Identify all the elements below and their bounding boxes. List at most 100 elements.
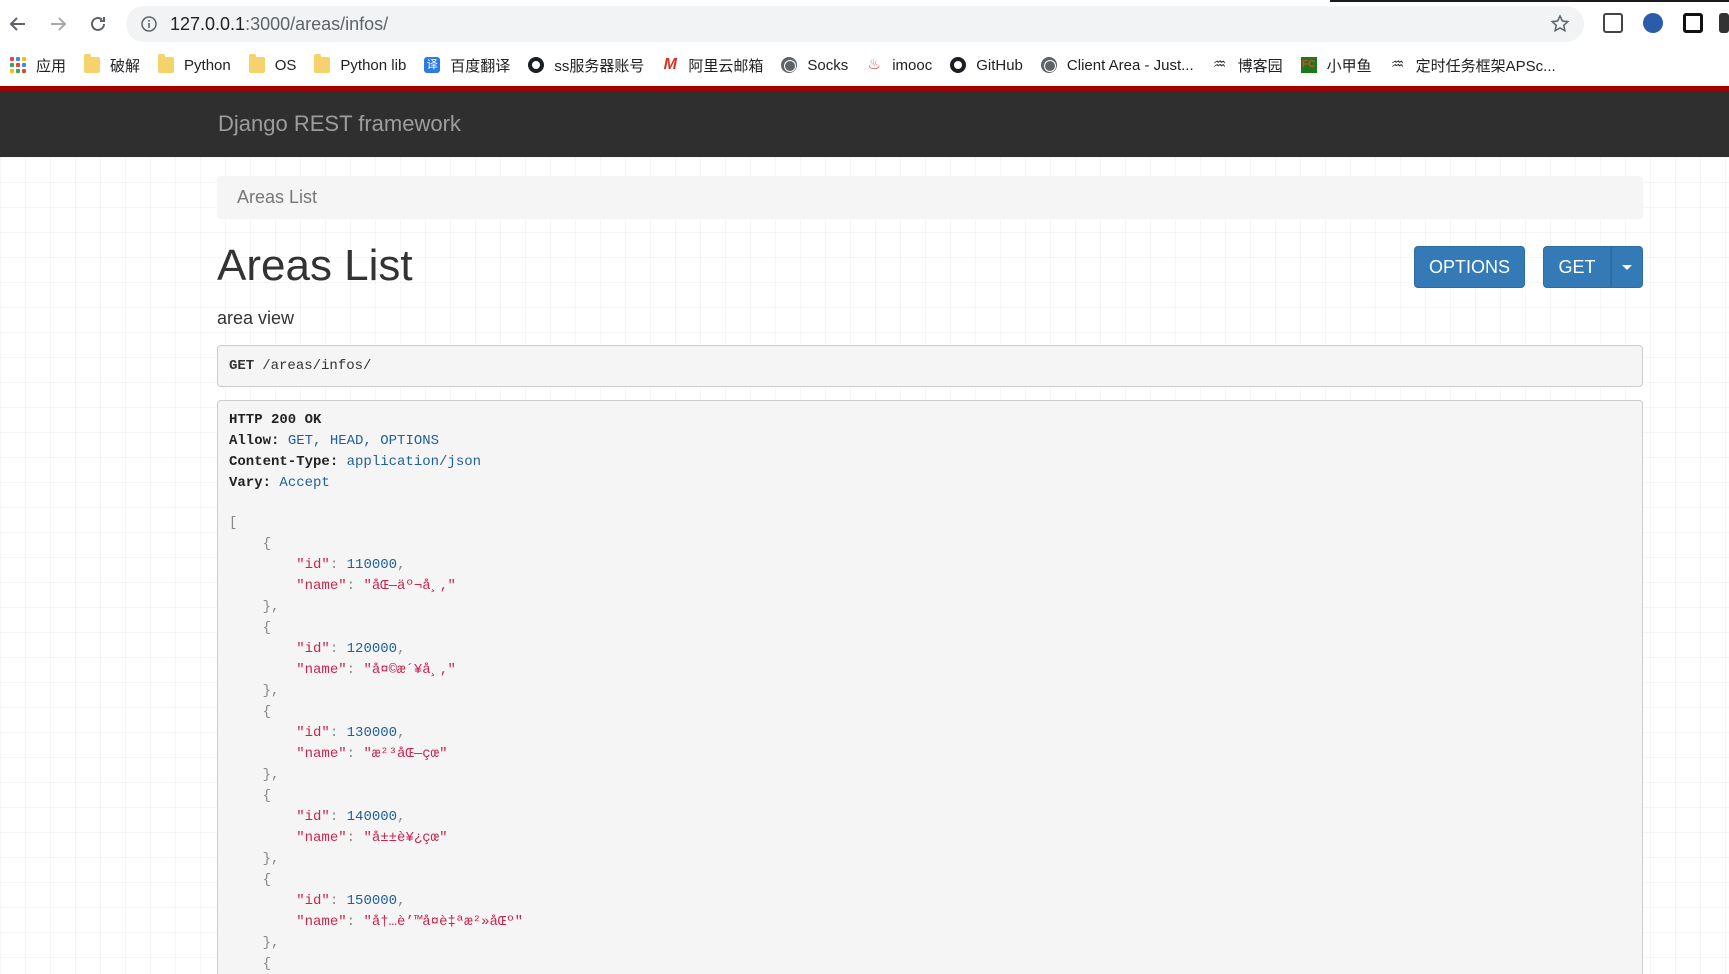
header-name: Allow: [229,433,280,449]
json-brace: }, [229,767,280,783]
fc-icon: FC [1300,57,1317,73]
bookmark-item[interactable]: ss服务器账号 [518,50,652,80]
translate-icon: 译 [424,57,441,73]
extension-blue-icon[interactable] [1643,13,1663,33]
bookmark-label: OS [274,56,297,74]
bookmark-item[interactable]: FC 小甲鱼 [1291,50,1380,80]
json-key: "id" [296,809,330,825]
json-name-value: "å±±è¥¿çœ" [363,830,448,846]
bookmark-item[interactable]: Socks [771,50,856,80]
bookmark-item[interactable]: Python lib [304,50,414,80]
bookmark-item[interactable]: Python [148,50,239,80]
breadcrumb-current: Areas List [237,187,318,207]
response-header-line: Vary: Accept [229,473,1631,494]
json-token: , [397,893,406,909]
bookmark-item[interactable]: M 阿里云邮箱 [652,50,771,80]
bookmark-label: GitHub [976,56,1023,74]
bookmark-item[interactable]: ♒ 定时任务框架APSc... [1380,50,1564,80]
navbar-brand[interactable]: Django REST framework [218,111,461,137]
bookmark-label: ss服务器账号 [554,57,645,75]
json-token: : [329,893,347,909]
json-token: : [346,746,364,762]
bookmark-label: 百度翻译 [450,57,511,75]
response-body: [ { "id": 110000, "name": "åŒ—äº¬å¸‚" },… [229,513,1631,974]
json-line: }, [229,849,1631,870]
bookmark-item[interactable]: 破解 [74,50,148,80]
address-bar[interactable]: 127.0.0.1:3000/areas/infos/ [126,6,1584,42]
url-text[interactable]: 127.0.0.1:3000/areas/infos/ [170,14,388,35]
cnblogs-icon: ♒ [1390,56,1405,73]
bookmark-item[interactable]: 译百度翻译 [414,50,518,80]
bookmark-label: 小甲鱼 [1326,57,1372,75]
header-name: Content-Type: [229,454,339,470]
json-brace: }, [229,935,280,951]
header-name: Vary: [229,475,272,491]
json-line: "id": 130000, [229,723,1631,744]
response-header-line: Content-Type: application/json [229,452,1631,473]
response-header-line: Allow: GET, HEAD, OPTIONS [229,431,1631,452]
bookmark-item[interactable]: ♨ imooc [856,50,940,80]
extension-square-icon[interactable] [1683,13,1703,33]
extension-more-icon[interactable] [1719,13,1729,33]
json-name-value: "åŒ—äº¬å¸‚" [363,578,456,594]
json-line: "id": 150000, [229,891,1631,912]
response-info: HTTP 200 OK Allow: GET, HEAD, OPTIONS Con… [217,400,1643,974]
extension-x-icon[interactable] [1603,13,1623,33]
globe-icon [1040,57,1057,73]
bookmark-item[interactable]: Client Area - Just... [1031,50,1202,80]
json-line: { [229,870,1631,891]
bookmark-item[interactable]: GitHub [940,50,1031,80]
json-line: { [229,618,1631,639]
request-info: GET /areas/infos/ [217,345,1643,387]
json-token: : [329,557,347,573]
json-brace: { [229,788,272,804]
folder-icon [84,54,101,73]
back-button[interactable] [4,10,32,38]
folder-icon [248,54,265,73]
bookmark-item[interactable]: OS [239,50,305,80]
bookmark-label: Python [184,56,231,74]
reload-button[interactable] [84,10,112,38]
response-headers: Allow: GET, HEAD, OPTIONS Content-Type: a… [229,431,1631,494]
github-icon [950,57,967,73]
json-line: }, [229,933,1631,954]
json-line: { [229,786,1631,807]
json-key: "id" [296,725,330,741]
json-line: "name": "åŒ—äº¬å¸‚" [229,576,1631,597]
json-token: : [329,641,347,657]
bookmark-star-icon[interactable] [1550,14,1570,34]
options-button[interactable]: OPTIONS [1414,246,1525,288]
format-dropdown-toggle[interactable] [1611,246,1643,288]
get-button[interactable]: GET [1543,246,1611,288]
json-brace: }, [229,599,280,615]
forward-button[interactable] [44,10,72,38]
json-line: }, [229,765,1631,786]
request-method: GET [229,358,255,374]
bookmark-label: 应用 [36,57,67,75]
json-name-value: "å†…è’™å¤è‡ªæ²»åŒº" [363,914,524,930]
bookmark-label: Client Area - Just... [1066,56,1194,74]
github-icon [528,57,545,73]
json-brace: { [229,956,272,972]
bookmark-item[interactable]: ♒ 博客园 [1202,50,1291,80]
json-brace: { [229,536,272,552]
bookmark-label: imooc [892,56,933,74]
response-status: HTTP 200 OK [229,412,322,428]
json-line: "id": 110000, [229,555,1631,576]
json-token: , [397,557,406,573]
folder-icon [314,54,331,73]
mail-icon: M [663,56,677,73]
info-icon[interactable] [140,15,158,33]
page-description: area view [217,308,295,328]
json-key: "name" [296,830,347,846]
url-path: :3000/areas/infos/ [245,13,389,34]
json-line: { [229,702,1631,723]
bookmark-label: 博客园 [1237,57,1283,75]
back-arrow-icon [9,17,25,31]
bookmark-item[interactable]: 应用 [0,50,74,80]
json-token: : [346,914,364,930]
